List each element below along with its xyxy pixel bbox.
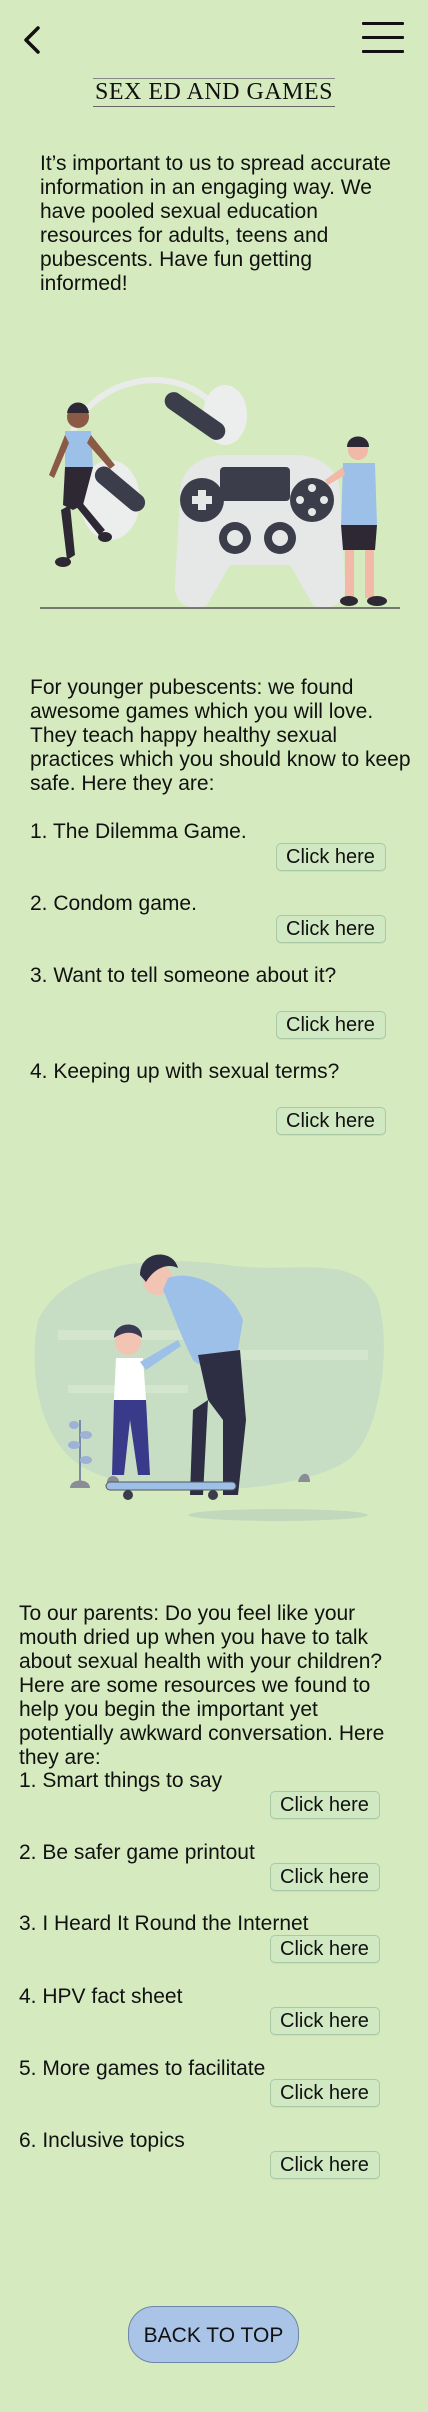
parents-item-6-link[interactable]: Click here <box>270 2151 380 2179</box>
back-chevron-icon <box>24 26 40 54</box>
younger-item-3-link[interactable]: Click here <box>276 1011 386 1039</box>
back-button[interactable] <box>18 20 48 60</box>
parents-item-1: 1. Smart things to say <box>19 1769 223 1792</box>
back-to-top-button[interactable]: BACK TO TOP <box>128 2306 299 2363</box>
parents-item-6: 6. Inclusive topics <box>19 2129 185 2152</box>
parents-item-1-link[interactable]: Click here <box>270 1791 380 1819</box>
parent-child-illustration <box>34 1254 384 1521</box>
menu-button[interactable] <box>362 22 404 56</box>
parents-item-3: 3. I Heard It Round the Internet <box>19 1912 309 1935</box>
younger-item-1: 1. The Dilemma Game. <box>30 820 247 843</box>
page-title: SEX ED AND GAMES <box>92 78 335 107</box>
parents-item-4: 4. HPV fact sheet <box>19 1985 183 2008</box>
parents-item-5: 5. More games to facilitate <box>19 2057 266 2080</box>
younger-item-1-link[interactable]: Click here <box>276 843 386 871</box>
intro-text: It’s important to us to spread accurate … <box>40 152 391 295</box>
younger-item-2-link[interactable]: Click here <box>276 915 386 943</box>
hamburger-menu-icon <box>362 22 404 25</box>
parents-item-4-link[interactable]: Click here <box>270 2007 380 2035</box>
hamburger-menu-line <box>362 36 404 39</box>
parents-item-3-link[interactable]: Click here <box>270 1935 380 1963</box>
younger-item-4-link[interactable]: Click here <box>276 1107 386 1135</box>
parents-item-2-link[interactable]: Click here <box>270 1863 380 1891</box>
parents-intro-text: To our parents: Do you feel like your mo… <box>19 1602 385 1769</box>
parents-item-2: 2. Be safer game printout <box>19 1841 255 1864</box>
younger-item-2: 2. Condom game. <box>30 892 197 915</box>
gamers-illustration <box>40 377 400 609</box>
parents-item-5-link[interactable]: Click here <box>270 2079 380 2107</box>
younger-intro-text: For younger pubescents: we found awesome… <box>30 676 411 795</box>
hamburger-menu-line <box>362 50 404 53</box>
younger-item-3: 3. Want to tell someone about it? <box>30 964 337 987</box>
younger-item-4: 4. Keeping up with sexual terms? <box>30 1060 340 1083</box>
